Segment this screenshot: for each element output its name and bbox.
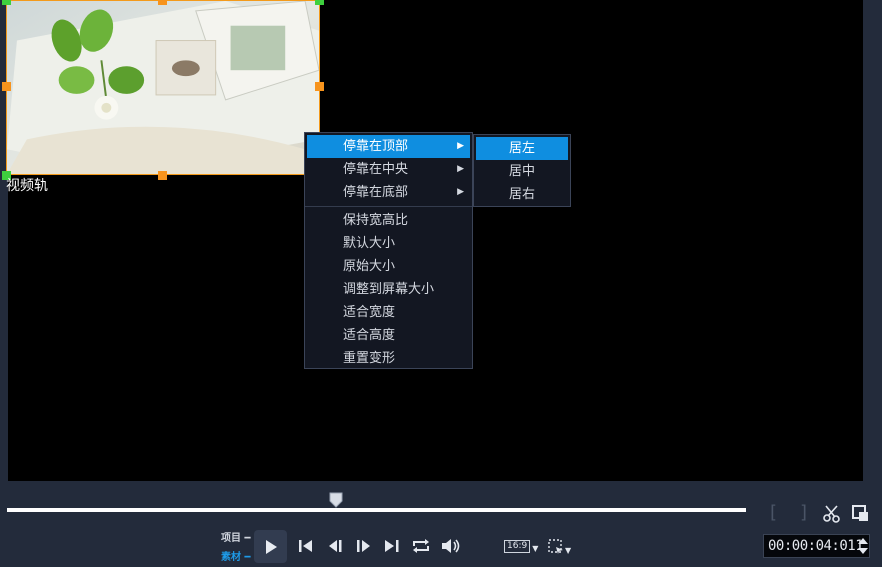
go-to-start-icon[interactable] — [297, 538, 315, 554]
submenu-item-center[interactable]: 居中 — [476, 160, 568, 183]
menu-item-label: 停靠在中央 — [343, 162, 409, 177]
menu-item-dock-top[interactable]: 停靠在顶部 ▶ — [307, 135, 470, 158]
menu-separator — [305, 206, 472, 207]
play-icon — [265, 539, 277, 554]
volume-icon[interactable] — [440, 537, 462, 555]
resize-handle-top-right[interactable] — [315, 0, 324, 5]
go-to-end-icon[interactable] — [383, 538, 401, 554]
repeat-icon[interactable] — [410, 537, 432, 555]
menu-item-label: 适合宽度 — [343, 305, 396, 320]
resize-handle-top-left[interactable] — [2, 0, 11, 5]
resize-handle-left[interactable] — [2, 82, 11, 91]
timecode-value: 00:00:04:011 — [768, 538, 864, 554]
split-scissors-icon[interactable] — [822, 504, 842, 524]
mark-in-icon[interactable]: [ — [770, 502, 777, 523]
resize-handle-top[interactable] — [158, 0, 167, 5]
clip-thumbnail-image — [7, 1, 319, 174]
menu-item-label: 原始大小 — [343, 259, 396, 274]
menu-item-keep-aspect[interactable]: 保持宽高比 — [307, 209, 470, 232]
selection-box-icon — [548, 539, 563, 554]
mark-out-icon[interactable]: ] — [800, 502, 807, 523]
menu-item-fit-height[interactable]: 适合高度 — [307, 324, 470, 347]
menu-item-dock-center[interactable]: 停靠在中央 ▶ — [307, 158, 470, 181]
menu-item-label: 停靠在顶部 — [343, 139, 409, 154]
menu-item-label: 停靠在底部 — [343, 185, 409, 200]
menu-item-label: 保持宽高比 — [343, 213, 409, 228]
project-label-text: 项目 — [221, 533, 241, 544]
video-clip-overlay[interactable] — [6, 0, 320, 175]
submenu: 居左 居中 居右 — [473, 134, 571, 207]
play-button[interactable] — [254, 530, 287, 563]
menu-item-fit-screen[interactable]: 调整到屏幕大小 — [307, 278, 470, 301]
enlarge-preview-icon[interactable] — [851, 504, 871, 524]
aspect-ratio-value: 16:9 — [504, 540, 531, 553]
track-label: 视频轨 — [6, 178, 48, 194]
submenu-item-right[interactable]: 居右 — [476, 183, 568, 206]
submenu-arrow-icon: ▶ — [457, 187, 464, 197]
chevron-down-icon: ▼ — [565, 546, 572, 555]
resize-handle-bottom[interactable] — [158, 171, 167, 180]
clip-label-text: 素材 — [221, 552, 241, 563]
menu-item-label: 重置变形 — [343, 351, 396, 366]
project-mode-label[interactable]: 项目 ━ — [221, 529, 251, 544]
menu-item-label: 默认大小 — [343, 236, 396, 251]
selection-tool-dropdown[interactable]: ▼ — [548, 539, 571, 555]
previous-frame-icon[interactable] — [327, 538, 345, 554]
timecode-field[interactable]: 00:00:04:011 — [763, 534, 870, 558]
menu-item-fit-width[interactable]: 适合宽度 — [307, 301, 470, 324]
submenu-arrow-icon: ▶ — [457, 164, 464, 174]
timecode-stepper-icon[interactable] — [857, 535, 869, 557]
clip-mode-label[interactable]: 素材 ━ — [221, 548, 251, 563]
context-menu: 停靠在顶部 ▶ 停靠在中央 ▶ 停靠在底部 ▶ 保持宽高比 默认大小 原始大小 … — [304, 132, 473, 369]
menu-item-label: 居中 — [508, 164, 535, 179]
submenu-arrow-icon: ▶ — [457, 141, 464, 151]
menu-item-reset-transform[interactable]: 重置变形 — [307, 347, 470, 370]
resize-handle-right[interactable] — [315, 82, 324, 91]
menu-item-dock-bottom[interactable]: 停靠在底部 ▶ — [307, 181, 470, 204]
menu-item-original-size[interactable]: 原始大小 — [307, 255, 470, 278]
next-frame-icon[interactable] — [354, 538, 372, 554]
menu-item-label: 居右 — [508, 187, 535, 202]
menu-item-default-size[interactable]: 默认大小 — [307, 232, 470, 255]
aspect-ratio-dropdown[interactable]: 16:9 ▼ — [504, 540, 538, 553]
scrubber-track[interactable] — [7, 508, 746, 512]
menu-item-label: 调整到屏幕大小 — [343, 282, 435, 297]
menu-item-label: 居左 — [508, 141, 535, 156]
scrubber-handle[interactable] — [329, 492, 343, 508]
submenu-item-left[interactable]: 居左 — [476, 137, 568, 160]
menu-item-label: 适合高度 — [343, 328, 396, 343]
chevron-down-icon: ▼ — [532, 544, 539, 553]
